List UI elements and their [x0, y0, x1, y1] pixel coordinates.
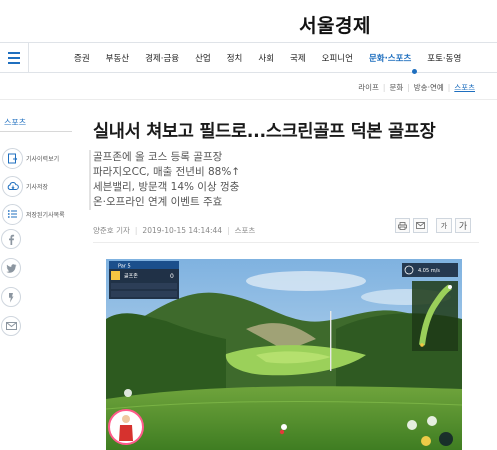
scoreboard-hud: Par 5 골프존 0	[109, 261, 179, 299]
masthead: 서울경제	[0, 0, 497, 42]
article-photo[interactable]: Par 5 골프존 0 4.05 m/s	[106, 259, 462, 450]
reporter-name[interactable]: 양준호 기자	[93, 226, 130, 235]
sub-nav: 라이프 | 문화 | 방송·연예 | 스포츠	[358, 82, 475, 93]
save-article-button[interactable]: 기사저장	[0, 172, 65, 200]
byline-divider: |	[134, 226, 138, 235]
site-logo[interactable]: 서울경제	[299, 11, 371, 38]
print-icon[interactable]	[395, 218, 410, 233]
hud-wind-speed: 4.05 m/s	[418, 268, 440, 274]
byline-divider: |	[227, 226, 230, 235]
nav-item-international[interactable]: 국제	[290, 52, 306, 64]
nav-items: 증권 부동산 경제·금융 산업 정치 사회 국제 오피니언 문화·스포츠 포토·…	[74, 43, 477, 72]
tee-ground	[106, 386, 462, 450]
active-nav-indicator	[412, 69, 417, 74]
golfer-avatar	[108, 409, 144, 445]
divider	[93, 242, 479, 243]
hud-player-name: 골프존	[124, 274, 138, 280]
saved-list-icon	[2, 203, 23, 225]
font-increase-button[interactable]: 가	[455, 218, 471, 233]
nav-item-photo-video[interactable]: 포토·동영	[427, 52, 461, 64]
article-side-tools: 기사이력보기 기사저장 저장된기사목록	[0, 144, 65, 228]
hud-hole-label: Par 5	[118, 264, 131, 270]
summary-line: 세븐밸리, 방문객 14% 이상 껑충	[93, 181, 240, 193]
subnav-divider: |	[407, 83, 410, 92]
recent-articles-icon	[2, 147, 23, 169]
article-byline: 양준호 기자 | 2019-10-15 14:14:44 | 스포츠	[93, 225, 255, 236]
divider	[0, 99, 497, 100]
screen-golf-scene: Par 5 골프존 0 4.05 m/s	[106, 259, 462, 450]
facebook-icon[interactable]	[1, 229, 21, 249]
nav-item-politics[interactable]: 정치	[227, 52, 243, 64]
main-nav: 증권 부동산 경제·금융 산업 정치 사회 국제 오피니언 문화·스포츠 포토·…	[0, 42, 497, 74]
nav-item-economy-finance[interactable]: 경제·금융	[145, 52, 179, 64]
subnav-item-broadcast[interactable]: 방송·연예	[414, 82, 444, 93]
save-article-label: 기사저장	[26, 183, 49, 191]
menu-icon[interactable]	[0, 43, 29, 72]
summary-line: 골프존에 올 코스 등록 골프장	[93, 151, 223, 163]
nav-item-opinion[interactable]: 오피니언	[322, 52, 353, 64]
recent-articles-label: 기사이력보기	[26, 155, 60, 163]
nav-item-stocks[interactable]: 증권	[74, 52, 90, 64]
course-minimap	[412, 281, 458, 351]
email-icon[interactable]	[413, 218, 428, 233]
summary-line: 파라지오CC, 매출 전년비 88%↑	[93, 166, 241, 178]
article-summary: 골프존에 올 코스 등록 골프장 파라지오CC, 매출 전년비 88%↑ 세븐밸…	[89, 150, 240, 210]
nav-item-society[interactable]: 사회	[258, 52, 274, 64]
recent-articles-button[interactable]: 기사이력보기	[0, 144, 65, 172]
divider	[0, 131, 72, 132]
byline-section: 스포츠	[234, 226, 256, 235]
nav-item-realestate[interactable]: 부동산	[106, 52, 129, 64]
cloud-save-icon	[2, 175, 23, 197]
nav-item-industry[interactable]: 산업	[195, 52, 211, 64]
summary-line: 온·오프라인 연계 이벤트 주효	[93, 196, 223, 208]
subnav-divider: |	[447, 83, 451, 92]
font-decrease-button[interactable]: 가	[436, 218, 452, 233]
subnav-item-culture[interactable]: 문화	[389, 82, 403, 93]
twitter-icon[interactable]	[1, 258, 21, 278]
published-datetime: 2019-10-15 14:14:44	[142, 226, 223, 235]
hud-score: 0	[170, 273, 174, 280]
kakaostory-icon[interactable]	[1, 287, 21, 307]
saved-list-label: 저장된기사목록	[26, 211, 65, 219]
saved-list-button[interactable]: 저장된기사목록	[0, 200, 65, 228]
subnav-item-life[interactable]: 라이프	[358, 82, 379, 93]
mail-icon[interactable]	[1, 316, 21, 336]
wind-hud: 4.05 m/s	[402, 263, 458, 277]
subnav-divider: |	[382, 83, 386, 92]
nav-item-culture-sports[interactable]: 문화·스포츠	[369, 52, 411, 64]
section-label[interactable]: 스포츠	[4, 117, 26, 128]
article-headline: 실내서 쳐보고 필드로...스크린골프 덕본 골프장	[93, 122, 436, 142]
subnav-item-sports[interactable]: 스포츠	[454, 82, 475, 93]
article-tools: 가 가	[392, 218, 471, 233]
share-buttons	[1, 229, 21, 345]
